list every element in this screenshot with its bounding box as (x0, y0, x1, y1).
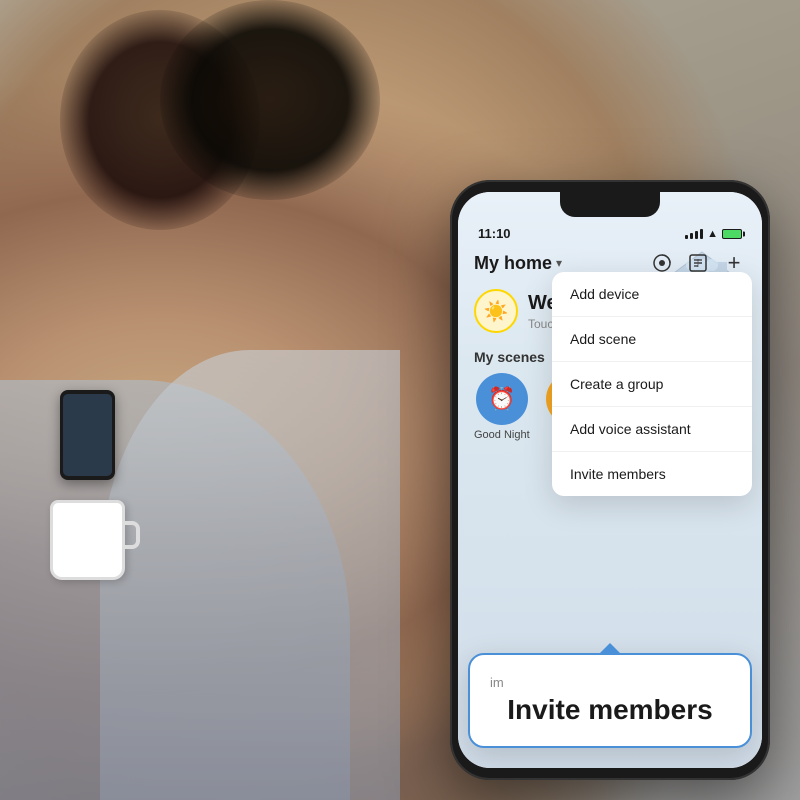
menu-item-invite-members[interactable]: Invite members (552, 452, 752, 496)
invite-members-tooltip: im Invite members (468, 653, 752, 748)
signal-icon (685, 229, 703, 239)
home-title: My home (474, 253, 552, 274)
sun-icon: ☀️ (474, 289, 518, 333)
phone-device: 11:10 ▲ My home ▾ (450, 180, 770, 780)
menu-item-add-voice-assistant[interactable]: Add voice assistant (552, 407, 752, 452)
battery-icon (722, 229, 742, 239)
dropdown-menu: Add device Add scene Create a group Add … (552, 272, 752, 496)
good-night-icon: ⏰ (476, 373, 528, 425)
status-bar: 11:10 ▲ (458, 218, 762, 245)
small-phone-prop (60, 390, 115, 480)
menu-item-add-device[interactable]: Add device (552, 272, 752, 317)
good-night-label: Good Night (474, 429, 530, 441)
menu-item-create-group[interactable]: Create a group (552, 362, 752, 407)
invite-input-prefix: im (490, 675, 730, 690)
status-time: 11:10 (478, 226, 511, 241)
scene-good-night[interactable]: ⏰ Good Night (474, 373, 530, 441)
dropdown-arrow-icon: ▾ (556, 256, 562, 270)
phone-notch (560, 192, 660, 217)
phone-body: 11:10 ▲ My home ▾ (450, 180, 770, 780)
invite-tooltip-text: Invite members (490, 694, 730, 726)
menu-item-add-scene[interactable]: Add scene (552, 317, 752, 362)
home-title-row[interactable]: My home ▾ (474, 253, 562, 274)
status-icons: ▲ (685, 228, 742, 240)
wifi-icon: ▲ (707, 228, 718, 240)
phone-screen: 11:10 ▲ My home ▾ (458, 192, 762, 768)
